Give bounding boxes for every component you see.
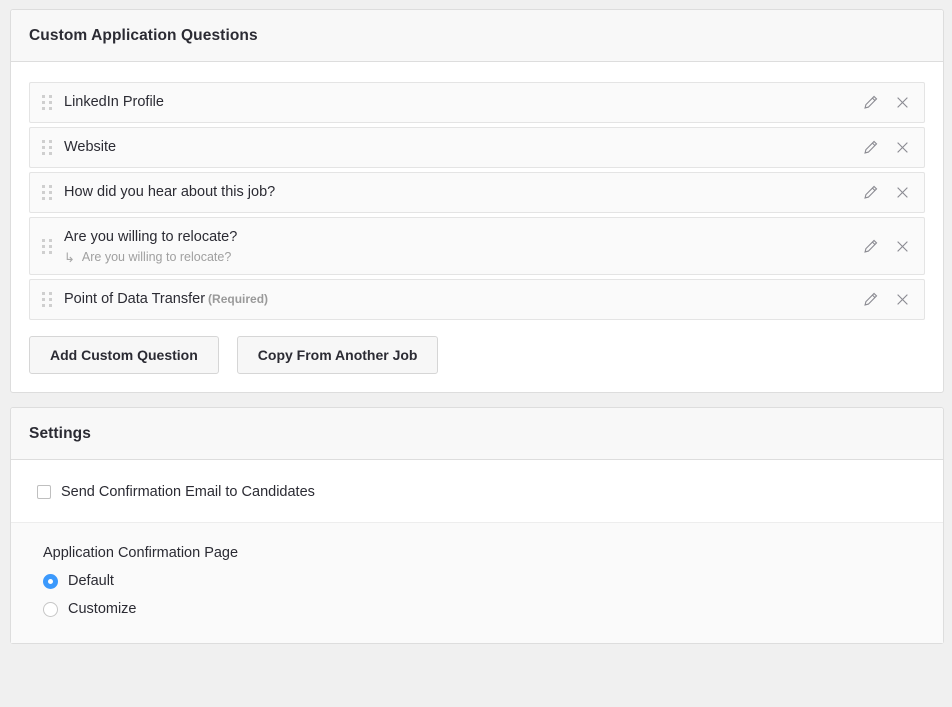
question-text: Point of Data Transfer (Required) [64, 288, 850, 311]
close-icon[interactable] [892, 290, 912, 310]
question-list: LinkedIn Profile Website How did you hea… [29, 82, 925, 320]
question-text: Are you willing to relocate? ↳ Are you w… [64, 226, 850, 267]
question-label: How did you hear about this job? [64, 184, 276, 201]
question-buttons: Add Custom Question Copy From Another Jo… [29, 336, 925, 374]
card-header-questions: Custom Application Questions [11, 10, 943, 62]
card-header-settings: Settings [11, 408, 943, 460]
question-actions [860, 138, 912, 158]
card-body-settings: Send Confirmation Email to Candidates Ap… [11, 460, 943, 643]
required-badge: (Required) [208, 292, 269, 307]
close-icon[interactable] [892, 183, 912, 203]
question-row[interactable]: Are you willing to relocate? ↳ Are you w… [29, 217, 925, 275]
page-root: Custom Application Questions LinkedIn Pr… [0, 0, 952, 707]
card-body-questions: LinkedIn Profile Website How did you hea… [11, 62, 943, 392]
confirmation-option-default[interactable]: Default [43, 573, 925, 589]
copy-from-another-job-button[interactable]: Copy From Another Job [236, 336, 439, 374]
drag-handle-icon[interactable] [30, 280, 64, 319]
question-subtext: ↳ Are you willing to relocate? [64, 250, 850, 264]
application-confirmation-page-panel: Application Confirmation Page Default Cu… [11, 522, 943, 643]
confirmation-option-customize[interactable]: Customize [43, 601, 925, 617]
question-actions [860, 290, 912, 310]
question-actions [860, 236, 912, 256]
send-confirmation-email-label: Send Confirmation Email to Candidates [61, 484, 315, 500]
close-icon[interactable] [892, 93, 912, 113]
drag-handle-icon[interactable] [30, 83, 64, 122]
drag-handle-icon[interactable] [30, 128, 64, 167]
question-text: How did you hear about this job? [64, 181, 850, 204]
pencil-icon[interactable] [860, 290, 880, 310]
radio-default-label: Default [68, 573, 114, 589]
custom-application-questions-card: Custom Application Questions LinkedIn Pr… [10, 9, 944, 393]
question-sub-label: Are you willing to relocate? [81, 250, 232, 265]
question-row[interactable]: Point of Data Transfer (Required) [29, 279, 925, 320]
drag-handle-icon[interactable] [30, 218, 64, 274]
send-confirmation-email-checkbox[interactable] [37, 485, 51, 499]
radio-customize[interactable] [43, 601, 58, 617]
pencil-icon[interactable] [860, 93, 880, 113]
radio-customize-label: Customize [68, 601, 137, 617]
send-confirmation-email-row[interactable]: Send Confirmation Email to Candidates [37, 484, 925, 500]
close-icon[interactable] [892, 236, 912, 256]
question-label: LinkedIn Profile [64, 94, 164, 111]
pencil-icon[interactable] [860, 236, 880, 256]
pencil-icon[interactable] [860, 183, 880, 203]
pencil-icon[interactable] [860, 138, 880, 158]
question-actions [860, 183, 912, 203]
question-text: Website [64, 136, 850, 159]
close-icon[interactable] [892, 138, 912, 158]
question-actions [860, 93, 912, 113]
drag-handle-icon[interactable] [30, 173, 64, 212]
question-label: Are you willing to relocate? [64, 228, 238, 245]
settings-title: Settings [29, 425, 91, 442]
question-row[interactable]: Website [29, 127, 925, 168]
question-row[interactable]: How did you hear about this job? [29, 172, 925, 213]
add-custom-question-button[interactable]: Add Custom Question [29, 336, 219, 374]
radio-default[interactable] [43, 573, 58, 589]
sub-arrow-icon: ↳ [64, 249, 75, 265]
application-confirmation-page-title: Application Confirmation Page [43, 545, 239, 561]
question-row[interactable]: LinkedIn Profile [29, 82, 925, 123]
page-title: Custom Application Questions [29, 27, 258, 44]
question-label: Point of Data Transfer [64, 291, 206, 308]
settings-card: Settings Send Confirmation Email to Cand… [10, 407, 944, 644]
question-text: LinkedIn Profile [64, 91, 850, 114]
question-label: Website [64, 139, 117, 156]
